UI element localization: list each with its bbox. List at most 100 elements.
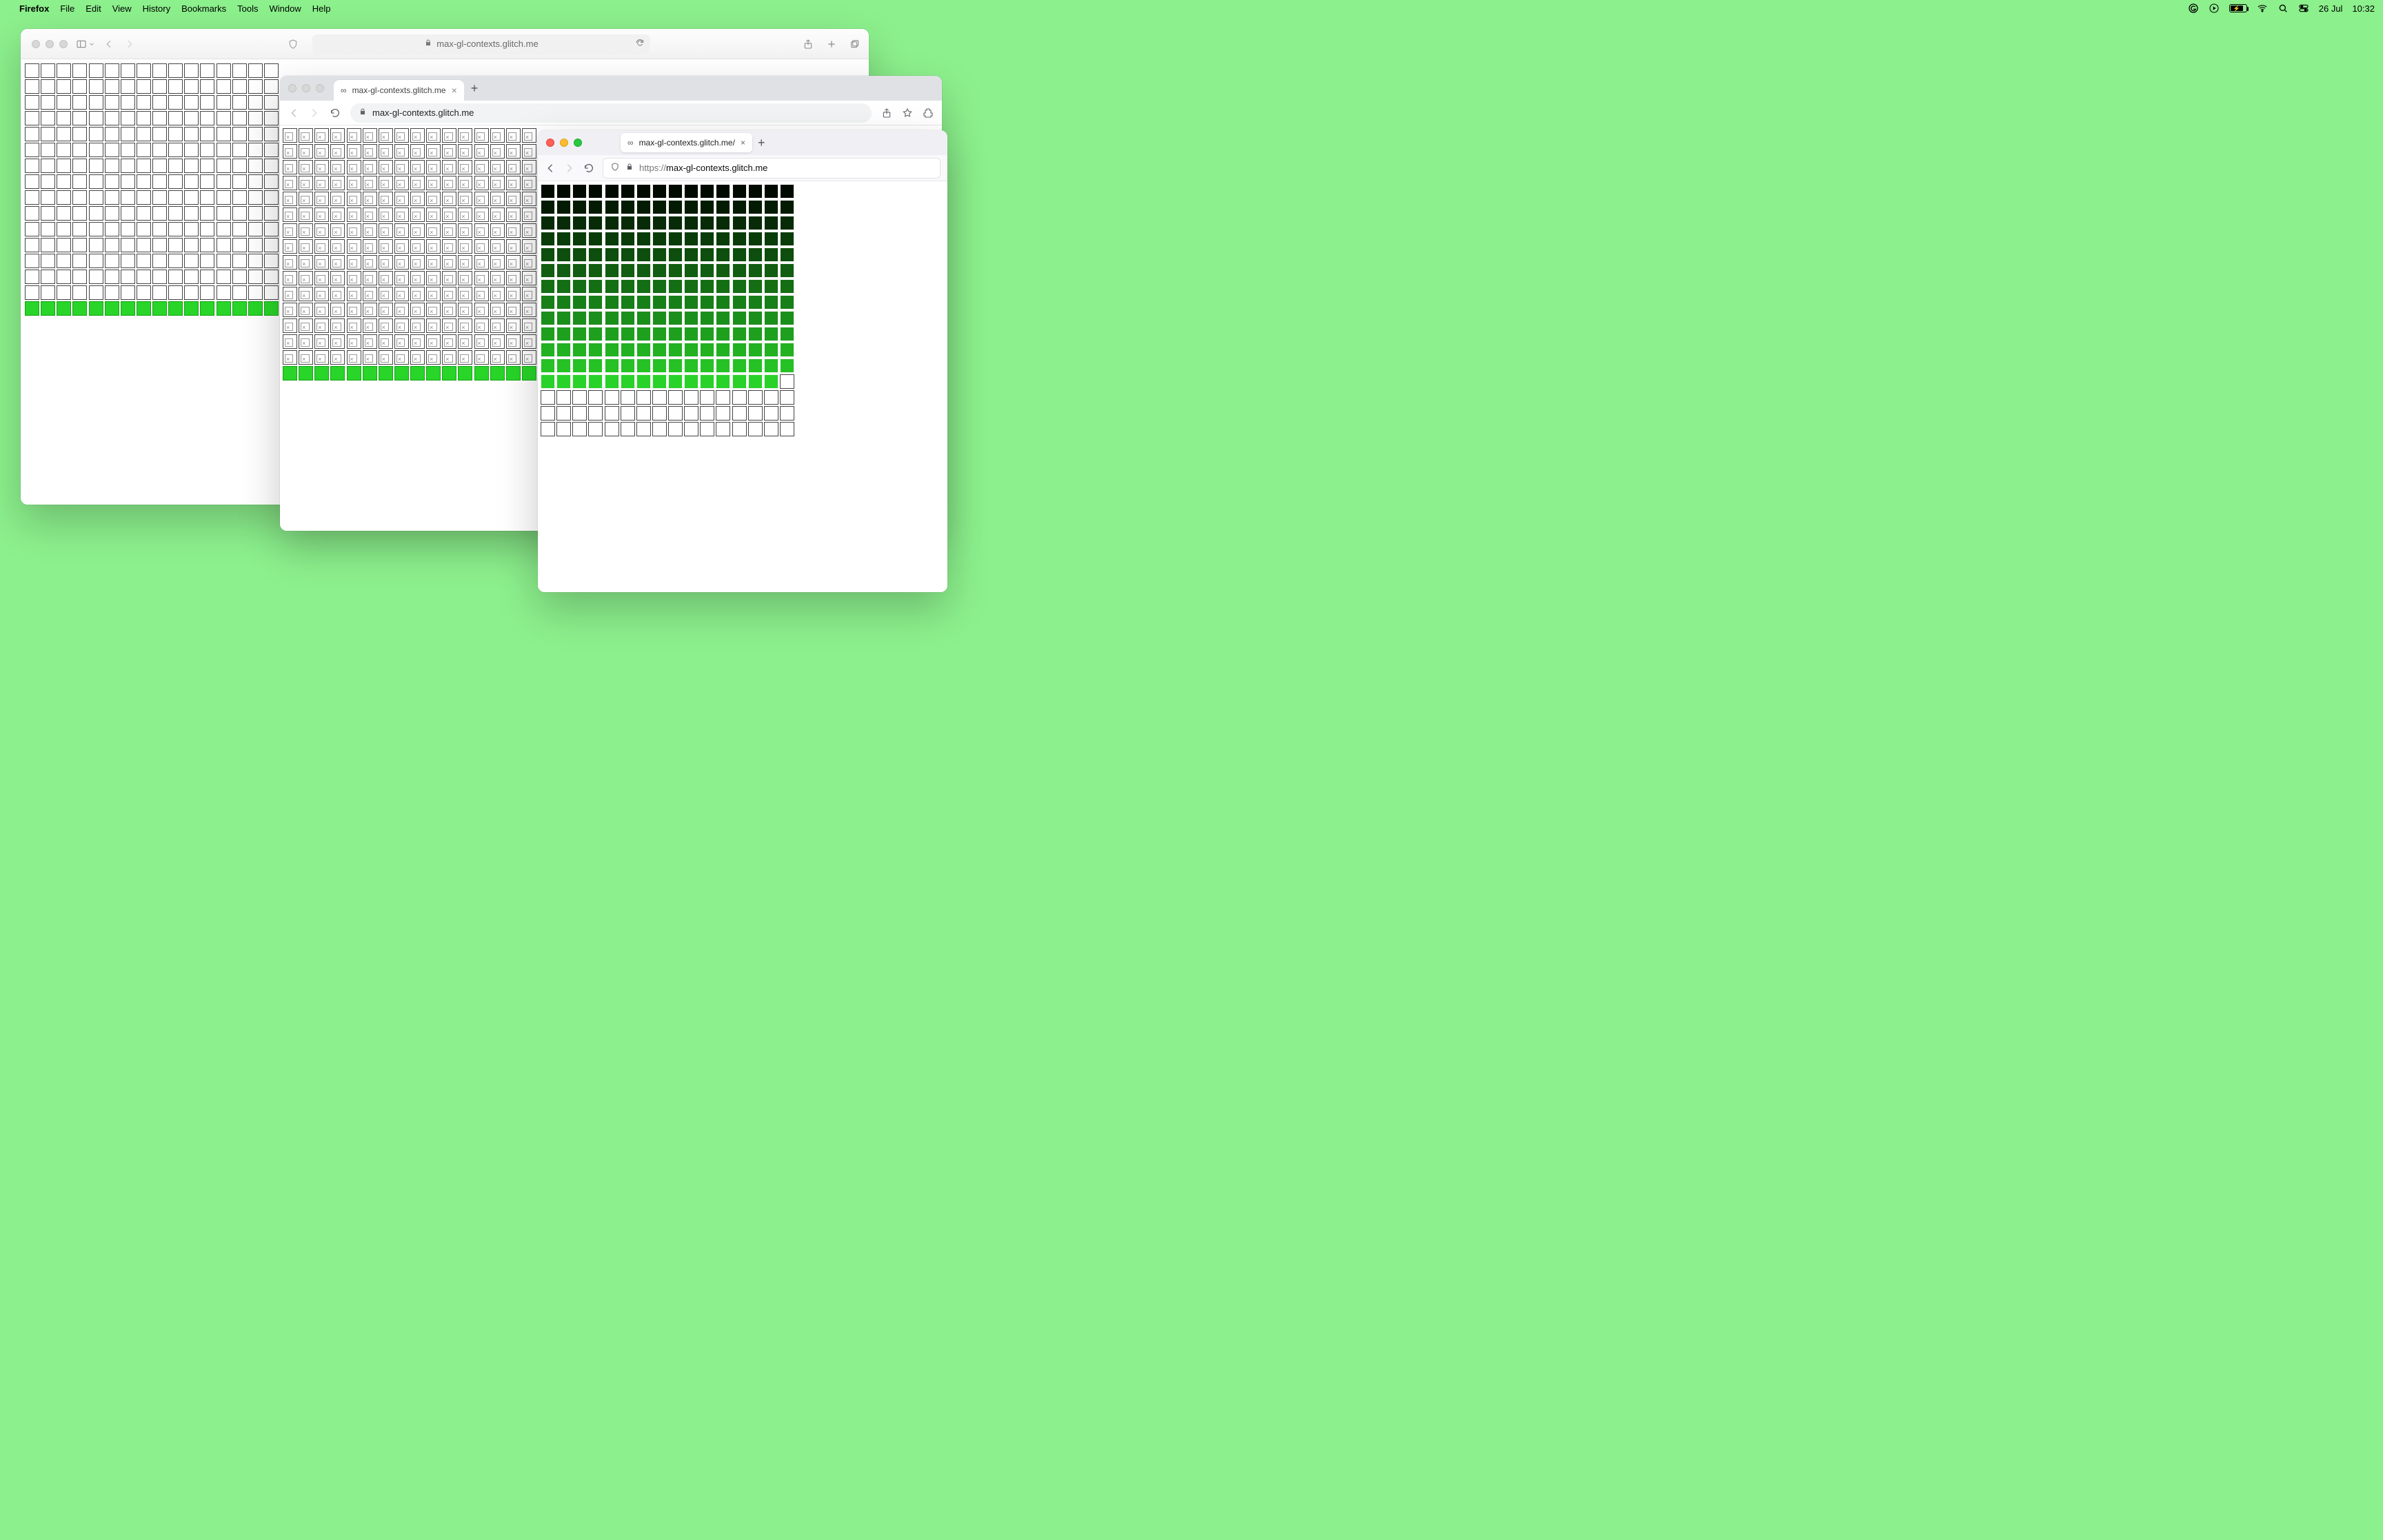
minimize-icon[interactable]: [302, 84, 310, 92]
safari-new-tab-button[interactable]: [826, 39, 837, 50]
grid-cell: [605, 358, 619, 373]
grid-cell: [72, 222, 87, 236]
chrome-back-button[interactable]: [288, 108, 299, 119]
grid-cell: [764, 247, 778, 262]
close-icon[interactable]: [546, 139, 554, 147]
grid-cell: [394, 350, 409, 365]
grid-cell: [684, 279, 698, 294]
grid-cell: [474, 255, 489, 270]
grid-cell: [105, 111, 119, 125]
firefox-back-button[interactable]: [545, 163, 556, 174]
battery-icon[interactable]: ⚡: [2229, 4, 2247, 12]
firefox-tab-active[interactable]: ∞ max-gl-contexts.glitch.me/ ×: [621, 133, 752, 152]
close-icon[interactable]: [288, 84, 296, 92]
grid-cell: [572, 295, 587, 310]
close-tab-icon[interactable]: ×: [452, 85, 457, 96]
chrome-new-tab-button[interactable]: +: [471, 81, 479, 96]
grid-cell: [700, 247, 714, 262]
grid-cell: [556, 184, 571, 199]
grid-cell: [394, 207, 409, 222]
close-tab-icon[interactable]: ×: [741, 138, 745, 148]
grid-cell: [72, 111, 87, 125]
safari-forward-button[interactable]: [124, 39, 135, 50]
grid-cell: [137, 127, 151, 141]
zoom-icon[interactable]: [574, 139, 582, 147]
grid-cell: [89, 254, 103, 268]
chrome-traffic-lights[interactable]: [285, 84, 324, 92]
grid-cell: [248, 143, 263, 157]
menu-tools[interactable]: Tools: [237, 3, 258, 14]
firefox-forward-button[interactable]: [564, 163, 575, 174]
grid-cell: [379, 160, 393, 174]
grid-cell: [200, 206, 214, 221]
grid-cell: [426, 287, 441, 301]
menu-view[interactable]: View: [112, 3, 132, 14]
firefox-tracking-shield-icon[interactable]: [610, 162, 620, 174]
grid-cell: [732, 390, 747, 405]
grid-cell: [283, 271, 297, 285]
safari-back-button[interactable]: [103, 39, 114, 50]
grid-cell: [314, 318, 329, 333]
grid-cell: [716, 406, 730, 421]
grid-cell: [72, 159, 87, 173]
control-center-icon[interactable]: [2298, 3, 2309, 14]
grid-cell: [299, 207, 313, 222]
zoom-icon[interactable]: [59, 40, 68, 48]
menu-window[interactable]: Window: [270, 3, 301, 14]
safari-privacy-shield-icon[interactable]: [288, 39, 299, 50]
safari-traffic-lights[interactable]: [29, 40, 68, 48]
active-app-name[interactable]: Firefox: [19, 3, 49, 14]
grid-cell: [152, 190, 167, 205]
firefox-new-tab-button[interactable]: +: [758, 136, 765, 150]
grid-cell: [121, 79, 135, 94]
firefox-traffic-lights[interactable]: [543, 139, 582, 147]
grid-cell: [780, 184, 794, 199]
grid-cell: [121, 206, 135, 221]
wifi-icon[interactable]: [2257, 3, 2268, 14]
grid-cell: [25, 174, 39, 189]
menubar-date[interactable]: 26 Jul: [2319, 3, 2343, 14]
grid-cell: [605, 343, 619, 357]
menu-history[interactable]: History: [143, 3, 170, 14]
zoom-icon[interactable]: [316, 84, 324, 92]
safari-sidebar-button[interactable]: [76, 39, 95, 50]
grid-cell: [522, 144, 536, 159]
menu-bookmarks[interactable]: Bookmarks: [181, 3, 226, 14]
grid-cell: [621, 406, 635, 421]
chrome-reload-button[interactable]: [330, 108, 341, 119]
grid-cell: [426, 160, 441, 174]
spotlight-icon[interactable]: [2278, 3, 2289, 14]
grammarly-icon[interactable]: [2188, 3, 2199, 14]
menubar-time[interactable]: 10:32: [2352, 3, 2375, 14]
grid-cell: [264, 238, 279, 252]
chrome-extensions-button[interactable]: [923, 108, 934, 119]
safari-tabs-button[interactable]: [849, 39, 861, 50]
safari-address-bar[interactable]: max-gl-contexts.glitch.me: [312, 34, 650, 54]
grid-cell: [72, 143, 87, 157]
grid-cell: [716, 358, 730, 373]
grid-cell: [426, 334, 441, 349]
grid-cell: [442, 334, 456, 349]
grid-cell: [137, 174, 151, 189]
safari-reload-button[interactable]: [635, 38, 645, 50]
chrome-address-bar[interactable]: max-gl-contexts.glitch.me: [350, 103, 872, 123]
play-status-icon[interactable]: [2209, 3, 2220, 14]
chrome-share-button[interactable]: [881, 108, 892, 119]
firefox-address-bar[interactable]: https://max-gl-contexts.glitch.me: [603, 158, 941, 179]
menu-help[interactable]: Help: [312, 3, 331, 14]
menu-edit[interactable]: Edit: [86, 3, 101, 14]
grid-cell: [137, 111, 151, 125]
grid-cell: [572, 406, 587, 421]
chrome-forward-button[interactable]: [309, 108, 320, 119]
minimize-icon[interactable]: [46, 40, 54, 48]
minimize-icon[interactable]: [560, 139, 568, 147]
chrome-tab-active[interactable]: ∞ max-gl-contexts.glitch.me ×: [334, 80, 464, 101]
grid-cell: [89, 63, 103, 78]
grid-cell: [105, 95, 119, 110]
safari-share-button[interactable]: [803, 39, 814, 50]
grid-cell: [621, 343, 635, 357]
menu-file[interactable]: File: [60, 3, 74, 14]
chrome-bookmark-button[interactable]: [902, 108, 913, 119]
firefox-reload-button[interactable]: [583, 163, 594, 174]
close-icon[interactable]: [32, 40, 40, 48]
